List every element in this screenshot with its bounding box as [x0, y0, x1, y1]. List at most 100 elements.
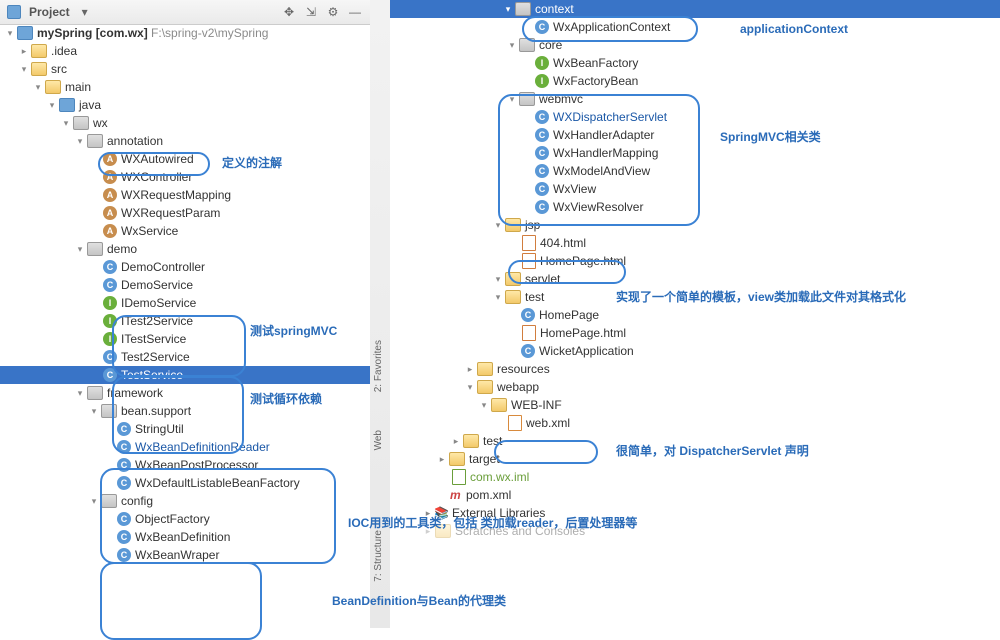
gear-icon[interactable]: ⚙: [324, 3, 342, 21]
idea-folder[interactable]: ▸.idea: [0, 42, 370, 60]
expand-icon[interactable]: ▾: [88, 492, 100, 510]
annotation-class[interactable]: AWXRequestMapping: [0, 186, 370, 204]
context-package[interactable]: ▾context: [390, 0, 1000, 18]
webmvc-class[interactable]: CWxHandlerAdapter: [390, 126, 1000, 144]
core-interface[interactable]: IWxFactoryBean: [390, 72, 1000, 90]
expand-icon[interactable]: ▾: [74, 240, 86, 258]
java-folder[interactable]: ▾java: [0, 96, 370, 114]
node-label: annotation: [107, 132, 163, 150]
demo-class[interactable]: IITestService: [0, 330, 370, 348]
demo-class[interactable]: IIDemoService: [0, 294, 370, 312]
test-folder[interactable]: ▾test: [390, 288, 1000, 306]
target-folder[interactable]: ▸target: [390, 450, 1000, 468]
expand-icon[interactable]: ▾: [506, 90, 518, 108]
node-label: External Libraries: [452, 504, 545, 522]
expand-icon[interactable]: ▸: [422, 504, 434, 522]
expand-icon[interactable]: ▸: [422, 522, 434, 540]
expand-icon[interactable]: ▸: [464, 360, 476, 378]
annotation-class[interactable]: AWXRequestParam: [0, 204, 370, 222]
webmvc-class[interactable]: CWxView: [390, 180, 1000, 198]
web-xml-file[interactable]: web.xml: [390, 414, 1000, 432]
webapp-folder[interactable]: ▾webapp: [390, 378, 1000, 396]
favorites-tab[interactable]: 2: Favorites: [373, 340, 384, 392]
config-package[interactable]: ▾config: [0, 492, 370, 510]
expand-icon[interactable]: ▸: [450, 432, 462, 450]
collapse-all-icon[interactable]: ⇲: [302, 3, 320, 21]
wx-package[interactable]: ▾wx: [0, 114, 370, 132]
bean-support-package[interactable]: ▾bean.support: [0, 402, 370, 420]
expand-icon[interactable]: ▾: [492, 288, 504, 306]
expand-icon[interactable]: ▾: [478, 396, 490, 414]
pom-file[interactable]: mpom.xml: [390, 486, 1000, 504]
demo-package[interactable]: ▾demo: [0, 240, 370, 258]
jsp-folder[interactable]: ▾jsp: [390, 216, 1000, 234]
jsp-file[interactable]: 404.html: [390, 234, 1000, 252]
expand-icon[interactable]: ▾: [32, 78, 44, 96]
bean-support-class[interactable]: CStringUtil: [0, 420, 370, 438]
expand-icon[interactable]: ▾: [74, 132, 86, 150]
annotation-class[interactable]: AWXAutowired: [0, 150, 370, 168]
core-package[interactable]: ▾core: [390, 36, 1000, 54]
config-class[interactable]: CWxBeanWraper: [0, 546, 370, 564]
expand-icon[interactable]: ▾: [18, 60, 30, 78]
resources-folder[interactable]: ▸resources: [390, 360, 1000, 378]
external-libraries[interactable]: ▸📚External Libraries: [390, 504, 1000, 522]
web-inf-folder[interactable]: ▾WEB-INF: [390, 396, 1000, 414]
main-folder[interactable]: ▾main: [0, 78, 370, 96]
view-mode-dropdown[interactable]: ▾: [76, 3, 94, 21]
framework-package[interactable]: ▾framework: [0, 384, 370, 402]
bean-support-class[interactable]: CWxBeanDefinitionReader: [0, 438, 370, 456]
expand-icon[interactable]: ▾: [502, 0, 514, 18]
expand-icon[interactable]: ▾: [492, 270, 504, 288]
test-folder-2[interactable]: ▸test: [390, 432, 1000, 450]
node-label: WxBeanDefinitionReader: [135, 438, 270, 456]
demo-class[interactable]: IITest2Service: [0, 312, 370, 330]
expand-icon[interactable]: ▸: [18, 42, 30, 60]
config-class[interactable]: CObjectFactory: [0, 510, 370, 528]
servlet-class[interactable]: CWicketApplication: [390, 342, 1000, 360]
webmvc-class[interactable]: CWXDispatcherServlet: [390, 108, 1000, 126]
expand-icon[interactable]: ▾: [60, 114, 72, 132]
expand-icon[interactable]: ▸: [436, 450, 448, 468]
demo-class[interactable]: CTestService: [0, 366, 370, 384]
webmvc-package[interactable]: ▾webmvc: [390, 90, 1000, 108]
expand-icon[interactable]: ▾: [506, 36, 518, 54]
package-icon: [87, 242, 103, 256]
right-tree[interactable]: ▾context CWxApplicationContext ▾core IWx…: [390, 0, 1000, 628]
servlet-folder[interactable]: ▾servlet: [390, 270, 1000, 288]
bean-support-class[interactable]: CWxDefaultListableBeanFactory: [0, 474, 370, 492]
wx-application-context[interactable]: CWxApplicationContext: [390, 18, 1000, 36]
src-folder[interactable]: ▾src: [0, 60, 370, 78]
demo-class[interactable]: CDemoController: [0, 258, 370, 276]
project-tree[interactable]: ▾mySpring [com.wx] F:\spring-v2\mySpring…: [0, 24, 370, 628]
folder-icon: [31, 62, 47, 76]
bean-support-class[interactable]: CWxBeanPostProcessor: [0, 456, 370, 474]
webmvc-class[interactable]: CWxViewResolver: [390, 198, 1000, 216]
structure-tab[interactable]: 7: Structure: [373, 530, 384, 582]
expand-icon[interactable]: ▾: [46, 96, 58, 114]
expand-icon[interactable]: ▾: [464, 378, 476, 396]
expand-icon[interactable]: ▾: [74, 384, 86, 402]
servlet-class[interactable]: CHomePage: [390, 306, 1000, 324]
root-node[interactable]: ▾mySpring [com.wx] F:\spring-v2\mySpring: [0, 24, 370, 42]
annotation-package[interactable]: ▾ annotation: [0, 132, 370, 150]
webmvc-class[interactable]: CWxModelAndView: [390, 162, 1000, 180]
webmvc-class[interactable]: CWxHandlerMapping: [390, 144, 1000, 162]
config-class[interactable]: CWxBeanDefinition: [0, 528, 370, 546]
hide-icon[interactable]: —: [346, 3, 364, 21]
jsp-file[interactable]: HomePage.html: [390, 252, 1000, 270]
servlet-file[interactable]: HomePage.html: [390, 324, 1000, 342]
demo-class[interactable]: CTest2Service: [0, 348, 370, 366]
locate-icon[interactable]: ✥: [280, 3, 298, 21]
iml-file[interactable]: com.wx.iml: [390, 468, 1000, 486]
core-interface[interactable]: IWxBeanFactory: [390, 54, 1000, 72]
demo-class[interactable]: CDemoService: [0, 276, 370, 294]
expand-icon[interactable]: ▾: [88, 402, 100, 420]
scratches[interactable]: ▸Scratches and Consoles: [390, 522, 1000, 540]
expand-icon[interactable]: ▾: [492, 216, 504, 234]
web-tab[interactable]: Web: [373, 430, 384, 450]
folder-icon: [449, 452, 465, 466]
annotation-class[interactable]: AWxService: [0, 222, 370, 240]
expand-icon[interactable]: ▾: [4, 24, 16, 42]
annotation-class[interactable]: AWXController: [0, 168, 370, 186]
